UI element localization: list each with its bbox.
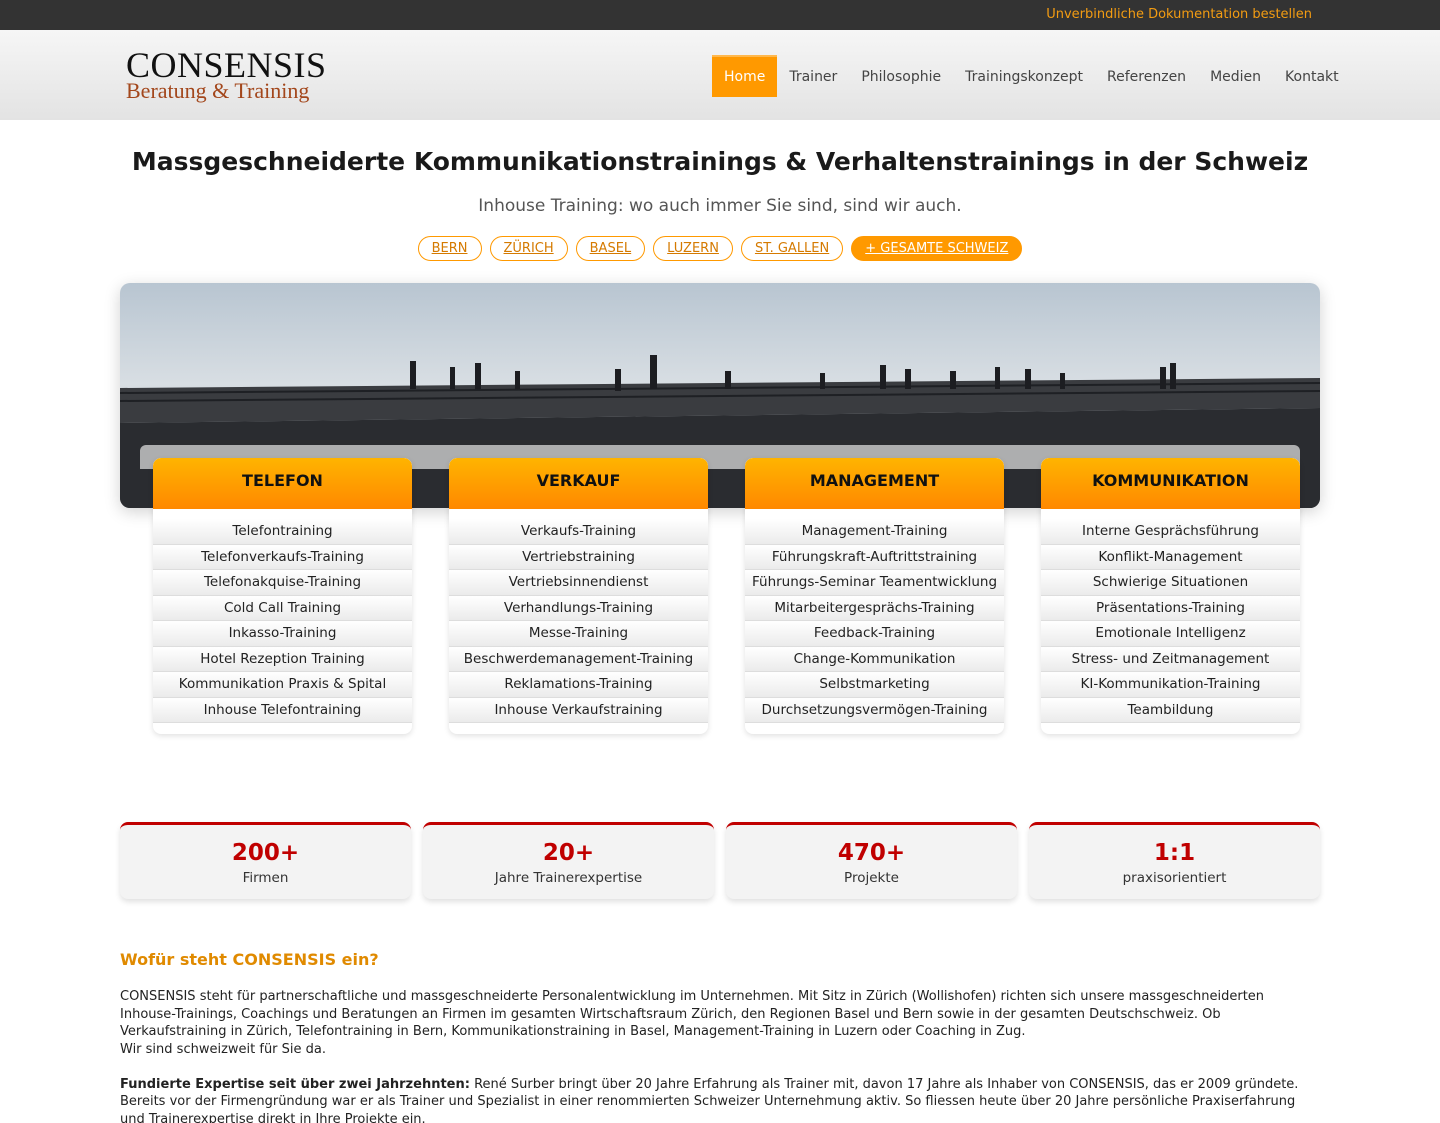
category-link[interactable]: Mitarbeitergesprächs-Training	[745, 595, 1004, 621]
expertise-paragraph: Fundierte Expertise seit über zwei Jahrz…	[120, 1076, 1320, 1123]
stat-value: 200+	[231, 840, 300, 866]
category-link[interactable]: KI-Kommunikation-Training	[1041, 672, 1300, 698]
category-link[interactable]: Messe-Training	[449, 621, 708, 647]
documentation-link[interactable]: Unverbindliche Dokumentation bestellen	[1046, 7, 1312, 22]
category-link[interactable]: Emotionale Intelligenz	[1041, 621, 1300, 647]
category-link[interactable]: Cold Call Training	[153, 595, 412, 621]
about-heading: Wofür steht CONSENSIS ein?	[120, 950, 379, 969]
stat-value: 20+	[542, 840, 595, 866]
category-link[interactable]: Management-Training	[745, 519, 1004, 545]
category-link[interactable]: Stress- und Zeitmanagement	[1041, 646, 1300, 672]
category-link[interactable]: Konflikt-Management	[1041, 544, 1300, 570]
city-st-gallen[interactable]: ST. GALLEN	[740, 236, 844, 261]
category-link[interactable]: Feedback-Training	[745, 621, 1004, 647]
nav-medien[interactable]: Medien	[1198, 55, 1273, 97]
category-card-management: MANAGEMENT Management-Training Führungsk…	[745, 458, 1004, 734]
category-link[interactable]: Verhandlungs-Training	[449, 595, 708, 621]
category-link[interactable]: Reklamations-Training	[449, 672, 708, 698]
category-title: TELEFON	[153, 458, 412, 509]
category-list: Management-Training Führungskraft-Auftri…	[745, 519, 1004, 723]
category-link[interactable]: Teambildung	[1041, 697, 1300, 723]
category-title: MANAGEMENT	[745, 458, 1004, 509]
about-paragraph-closing: Wir sind schweizweit für Sie da.	[120, 1041, 327, 1057]
category-link[interactable]: Schwierige Situationen	[1041, 570, 1300, 596]
nav-trainer[interactable]: Trainer	[777, 55, 849, 97]
category-title: KOMMUNIKATION	[1041, 458, 1300, 509]
category-link[interactable]: Präsentations-Training	[1041, 595, 1300, 621]
main-nav: Home Trainer Philosophie Trainingskonzep…	[712, 55, 1351, 97]
nav-trainingskonzept[interactable]: Trainingskonzept	[953, 55, 1095, 97]
category-link[interactable]: Selbstmarketing	[745, 672, 1004, 698]
category-link[interactable]: Change-Kommunikation	[745, 646, 1004, 672]
category-link[interactable]: Telefontraining	[153, 519, 412, 545]
category-link[interactable]: Telefonakquise-Training	[153, 570, 412, 596]
city-zuerich[interactable]: ZÜRICH	[489, 236, 568, 261]
top-bar: Unverbindliche Dokumentation bestellen	[0, 0, 1440, 30]
city-bern[interactable]: BERN	[417, 236, 482, 261]
category-card-telefon: TELEFON Telefontraining Telefonverkaufs-…	[153, 458, 412, 734]
category-link[interactable]: Durchsetzungsvermögen-Training	[745, 697, 1004, 723]
stat-label: Jahre Trainerexpertise	[494, 870, 643, 886]
city-basel[interactable]: BASEL	[575, 236, 646, 261]
category-link[interactable]: Hotel Rezeption Training	[153, 646, 412, 672]
about-text: CONSENSIS steht für partnerschaftliche u…	[120, 988, 1320, 1123]
about-paragraph: CONSENSIS steht für partnerschaftliche u…	[120, 988, 1320, 1058]
category-link[interactable]: Verkaufs-Training	[449, 519, 708, 545]
nav-home[interactable]: Home	[712, 55, 778, 97]
category-link[interactable]: Inhouse Telefontraining	[153, 697, 412, 723]
stat-trainerexpertise: 20+ Jahre Trainerexpertise	[423, 822, 714, 899]
city-luzern[interactable]: LUZERN	[653, 236, 733, 261]
category-link[interactable]: Beschwerdemanagement-Training	[449, 646, 708, 672]
logo[interactable]: CONSENSIS Beratung & Training	[126, 45, 327, 103]
site-header: CONSENSIS Beratung & Training Home Train…	[0, 30, 1440, 120]
nav-referenzen[interactable]: Referenzen	[1095, 55, 1198, 97]
stat-label: Projekte	[844, 870, 899, 886]
stat-label: Firmen	[242, 870, 289, 886]
category-link[interactable]: Vertriebsinnendienst	[449, 570, 708, 596]
category-link[interactable]: Führungs-Seminar Teamentwicklung	[745, 570, 1004, 596]
expertise-lead: Fundierte Expertise seit über zwei Jahrz…	[120, 1076, 470, 1092]
stat-value: 1:1	[1153, 840, 1196, 866]
category-link[interactable]: Interne Gesprächsführung	[1041, 519, 1300, 545]
category-card-verkauf: VERKAUF Verkaufs-Training Vertriebstrain…	[449, 458, 708, 734]
category-link[interactable]: Inhouse Verkaufstraining	[449, 697, 708, 723]
category-card-kommunikation: KOMMUNIKATION Interne Gesprächsführung K…	[1041, 458, 1300, 734]
category-link[interactable]: Inkasso-Training	[153, 621, 412, 647]
category-list: Telefontraining Telefonverkaufs-Training…	[153, 519, 412, 723]
nav-philosophie[interactable]: Philosophie	[849, 55, 953, 97]
category-link[interactable]: Führungskraft-Auftrittstraining	[745, 544, 1004, 570]
category-link[interactable]: Telefonverkaufs-Training	[153, 544, 412, 570]
page-subline: Inhouse Training: wo auch immer Sie sind…	[478, 196, 962, 216]
nav-kontakt[interactable]: Kontakt	[1273, 55, 1351, 97]
about-paragraph-text: CONSENSIS steht für partnerschaftliche u…	[120, 989, 1265, 1039]
category-title: VERKAUF	[449, 458, 708, 509]
stat-firmen: 200+ Firmen	[120, 822, 411, 899]
city-gesamte-schweiz[interactable]: + GESAMTE SCHWEIZ	[851, 236, 1023, 261]
logo-wordmark: CONSENSIS	[126, 45, 327, 85]
city-links: BERN ZÜRICH BASEL LUZERN ST. GALLEN + GE…	[0, 236, 1440, 261]
stat-praxis: 1:1 praxisorientiert	[1029, 822, 1320, 899]
page-headline: Massgeschneiderte Kommunikationstraining…	[131, 147, 1309, 176]
stat-label: praxisorientiert	[1122, 870, 1227, 886]
category-list: Verkaufs-Training Vertriebstraining Vert…	[449, 519, 708, 723]
category-list: Interne Gesprächsführung Konflikt-Manage…	[1041, 519, 1300, 723]
category-link[interactable]: Vertriebstraining	[449, 544, 708, 570]
logo-tagline: Beratung & Training	[126, 78, 310, 103]
stat-projekte: 470+ Projekte	[726, 822, 1017, 899]
stat-value: 470+	[837, 840, 906, 866]
category-link[interactable]: Kommunikation Praxis & Spital	[153, 672, 412, 698]
